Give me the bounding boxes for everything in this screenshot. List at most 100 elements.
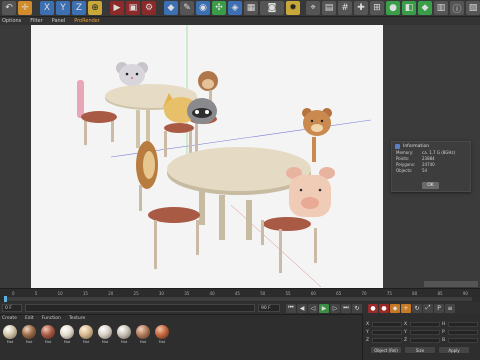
size-y-field[interactable] [410, 330, 440, 335]
material-menu-texture[interactable]: Texture [69, 315, 85, 322]
coord-axis-label: X [366, 322, 370, 327]
material-swatch[interactable]: Mat [97, 325, 113, 344]
sculpt-icon[interactable]: ● [386, 1, 400, 15]
coord-axis-label: X [404, 322, 408, 327]
menu-panel[interactable]: Panel [52, 17, 66, 25]
mouse-chair [116, 62, 148, 86]
material-swatch[interactable]: Mat [59, 325, 75, 344]
axis-z-button[interactable]: Z [72, 1, 86, 15]
timeline-menu-icon[interactable]: ≡ [445, 303, 455, 313]
timeline-track[interactable] [4, 297, 472, 301]
viewport-grid-spacing-badge [424, 281, 478, 287]
axis-x-button[interactable]: X [40, 1, 54, 15]
coord-axis-label: Z [404, 338, 408, 343]
info-ok-button[interactable]: OK [422, 182, 439, 189]
position-y-field[interactable] [372, 330, 402, 335]
undo-icon[interactable]: ↶ [2, 1, 16, 15]
play-icon[interactable]: ▶ [319, 303, 329, 313]
keyframe-selection-icon[interactable]: ◆ [390, 303, 400, 313]
camera-icon[interactable]: ◙ [260, 1, 284, 15]
material-swatch[interactable]: Mat [116, 325, 132, 344]
info-row-objects: Objects: 54 [392, 168, 470, 174]
material-swatch[interactable]: Mat [21, 325, 37, 344]
viewport[interactable]: Information Memory: ca. 1.7 G (8GHz) Poi… [0, 25, 480, 288]
material-swatch[interactable]: Mat [40, 325, 56, 344]
array-icon[interactable]: ✣ [212, 1, 226, 15]
deformer-icon[interactable]: ◈ [228, 1, 242, 15]
scale-key-icon[interactable]: ⤢ [423, 303, 433, 313]
layout-icon[interactable]: ▥ [434, 1, 448, 15]
material-ball [41, 325, 55, 339]
light-icon[interactable]: ✹ [286, 1, 300, 15]
rotation-b-field[interactable] [448, 338, 478, 343]
uv-edit-icon[interactable]: ◧ [402, 1, 416, 15]
apply-button[interactable]: Apply [439, 347, 469, 353]
rotation-h-field[interactable] [448, 322, 478, 327]
rotation-p-field[interactable] [448, 330, 478, 335]
size-x-field[interactable] [410, 322, 440, 327]
material-manager: Create Edit Function Texture Mat Mat Mat… [0, 314, 362, 360]
material-ball [3, 325, 17, 339]
param-key-icon[interactable]: P [434, 303, 444, 313]
render-picture-viewer-icon[interactable]: ▣ [126, 1, 140, 15]
grid-icon[interactable]: # [338, 1, 352, 15]
position-key-icon[interactable]: ✛ [401, 303, 411, 313]
render-settings-icon[interactable]: ⚙ [142, 1, 156, 15]
start-frame-field[interactable]: 0 F [2, 304, 22, 312]
workplane-icon[interactable]: ▤ [322, 1, 336, 15]
coord-axis-label: Z [366, 338, 370, 343]
coord-axis-label: B [442, 338, 446, 343]
go-to-end-icon[interactable]: ⏭ [341, 303, 351, 313]
material-swatch[interactable]: Mat [135, 325, 151, 344]
material-menu-create[interactable]: Create [2, 315, 17, 322]
render-canvas[interactable] [31, 25, 383, 288]
material-menu-edit[interactable]: Edit [25, 315, 34, 322]
timeline[interactable]: 0 5 10 15 20 25 30 35 40 45 50 55 60 65 … [0, 288, 480, 302]
size-z-field[interactable] [410, 338, 440, 343]
menu-options[interactable]: Options [2, 17, 21, 25]
next-key-icon[interactable]: ▷ [330, 303, 340, 313]
cube-primitive-icon[interactable]: ◆ [164, 1, 178, 15]
info-dialog-icon [395, 143, 400, 149]
loop-icon[interactable]: ↻ [352, 303, 362, 313]
material-list: Mat Mat Mat Mat Mat Mat Mat Mat Mat [0, 322, 362, 344]
material-swatch[interactable]: Mat [154, 325, 170, 344]
material-menu-function[interactable]: Function [42, 315, 61, 322]
previous-key-icon[interactable]: ◀ [297, 303, 307, 313]
end-frame-field[interactable]: 90 F [258, 304, 280, 312]
position-z-field[interactable] [372, 338, 402, 343]
subdivision-icon[interactable]: ◉ [196, 1, 210, 15]
floor-icon[interactable]: ▦ [244, 1, 258, 15]
axis-y-button[interactable]: Y [56, 1, 70, 15]
frame-range-slider[interactable] [25, 304, 255, 312]
coord-axis-label: Y [404, 330, 407, 335]
material-label: Mat [158, 340, 166, 344]
menu-filter[interactable]: Filter [30, 17, 42, 25]
viewport-menubar: Options Filter Panel ProRender [0, 17, 480, 25]
autokey-icon[interactable]: ● [379, 303, 389, 313]
axis-lock-icon[interactable]: ✚ [354, 1, 368, 15]
bodypaint-icon[interactable]: ◆ [418, 1, 432, 15]
parallel-icon[interactable]: ⊞ [370, 1, 384, 15]
coord-mode-dropdown[interactable]: Object (Rel) [371, 347, 401, 353]
snap-icon[interactable]: ⌖ [306, 1, 320, 15]
position-x-field[interactable] [372, 322, 402, 327]
coord-size-dropdown[interactable]: Size [405, 347, 435, 353]
info-key: Objects: [396, 168, 413, 173]
raccoon-chair [163, 93, 217, 157]
rotation-key-icon[interactable]: ↻ [412, 303, 422, 313]
menu-prorender[interactable]: ProRender [74, 17, 100, 25]
go-to-start-icon[interactable]: ⏮ [286, 303, 296, 313]
render-view-icon[interactable]: ▶ [110, 1, 124, 15]
info-icon[interactable]: ⓘ [450, 1, 464, 15]
record-active-icon[interactable]: ● [368, 303, 378, 313]
playback-bar: 0 F 90 F ⏮ ◀ ◁ ▶ ▷ ⏭ ↻ ● ● ◆ ✛ ↻ ⤢ P ≡ [0, 302, 480, 314]
pen-spline-icon[interactable]: ✎ [180, 1, 194, 15]
material-swatch[interactable]: Mat [78, 325, 94, 344]
view-icon[interactable]: ▧ [466, 1, 480, 15]
play-backwards-icon[interactable]: ◁ [308, 303, 318, 313]
coordinate-system-icon[interactable]: ⊕ [88, 1, 102, 15]
move-tool-icon[interactable]: ✛ [18, 1, 32, 15]
x-axis-line [230, 204, 322, 288]
material-swatch[interactable]: Mat [2, 325, 18, 344]
